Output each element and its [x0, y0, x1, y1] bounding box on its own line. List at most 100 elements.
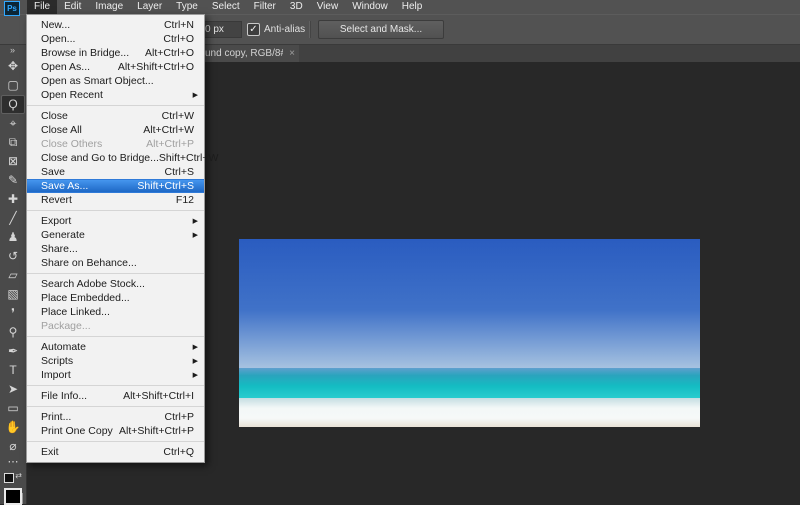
menu-item-new[interactable]: New...Ctrl+N — [27, 18, 204, 32]
path-selection-icon: ➤ — [8, 380, 18, 399]
tool-move[interactable]: ✥ — [1, 57, 25, 76]
menu-item-label: Import — [41, 369, 71, 381]
menu-item-export[interactable]: Export ▶ — [27, 214, 204, 228]
menu-item-close[interactable]: CloseCtrl+W — [27, 109, 204, 123]
menu-item-place-embedded[interactable]: Place Embedded... — [27, 291, 204, 305]
menu-item-file-info[interactable]: File Info... Alt+Shift+Ctrl+I — [27, 389, 204, 403]
menu-item-share[interactable]: Share... — [27, 242, 204, 256]
menu-item-place-linked[interactable]: Place Linked... — [27, 305, 204, 319]
tool-path-selection[interactable]: ➤ — [1, 380, 25, 399]
menu-item-package: Package... — [27, 319, 204, 333]
menu-item-close-and-go-to-bridge[interactable]: Close and Go to Bridge...Shift+Ctrl+W — [27, 151, 204, 165]
tool-history-brush[interactable]: ↺ — [1, 247, 25, 266]
menu-item-generate[interactable]: Generate ▶ — [27, 228, 204, 242]
tool-eyedropper[interactable]: ✎ — [1, 171, 25, 190]
menu-item-open-recent[interactable]: Open Recent▶ — [27, 88, 204, 102]
menu-item-label: New... — [41, 19, 70, 31]
menu-item-save-as[interactable]: Save As...Shift+Ctrl+S — [27, 179, 204, 193]
tool-type[interactable]: T — [1, 361, 25, 380]
beach-sky — [239, 239, 700, 368]
menu-layer[interactable]: Layer — [130, 0, 169, 14]
menu-item-label: Browse in Bridge... — [41, 47, 129, 59]
move-icon: ✥ — [8, 57, 18, 76]
menu-filter[interactable]: Filter — [247, 0, 283, 14]
anti-alias-checkbox[interactable]: ✓ — [247, 23, 260, 36]
menu-item-open-as-smart-object[interactable]: Open as Smart Object... — [27, 74, 204, 88]
menu-separator — [27, 385, 204, 386]
tool-pen[interactable]: ✒ — [1, 342, 25, 361]
zoom-icon: ⌀ — [9, 437, 16, 456]
color-swatches[interactable] — [4, 488, 23, 504]
menu-item-print[interactable]: Print...Ctrl+P — [27, 410, 204, 424]
menu-item-shortcut: Alt+Shift+Ctrl+O — [118, 61, 194, 73]
menu-item-shortcut: Alt+Shift+Ctrl+I — [123, 390, 194, 402]
eraser-icon: ▱ — [8, 266, 17, 285]
document-tab[interactable]: und copy, RGB/8#) * × — [202, 45, 299, 62]
tool-healing-brush[interactable]: ✚ — [1, 190, 25, 209]
tool-dodge[interactable]: ⚲ — [1, 323, 25, 342]
menu-type[interactable]: Type — [169, 0, 205, 14]
tool-rectangle[interactable]: ▭ — [1, 399, 25, 418]
dodge-icon: ⚲ — [9, 323, 18, 342]
submenu-arrow-icon: ▶ — [193, 217, 198, 225]
menu-item-automate[interactable]: Automate▶ — [27, 340, 204, 354]
options-divider — [309, 21, 311, 38]
menu-edit[interactable]: Edit — [57, 0, 88, 14]
menu-item-revert[interactable]: RevertF12 — [27, 193, 204, 207]
canvas-document-image[interactable] — [239, 239, 700, 504]
edit-toolbar-icon[interactable]: ⋯ — [8, 456, 19, 470]
tool-blur[interactable]: ❜ — [1, 304, 25, 323]
tool-hand[interactable]: ✋ — [1, 418, 25, 437]
menu-item-open-as[interactable]: Open As...Alt+Shift+Ctrl+O — [27, 60, 204, 74]
menu-item-label: Place Linked... — [41, 306, 110, 318]
tool-frame[interactable]: ⊠ — [1, 152, 25, 171]
menu-item-label: Place Embedded... — [41, 292, 130, 304]
menu-separator — [27, 210, 204, 211]
foreground-color-swatch[interactable] — [4, 488, 22, 505]
menu-file[interactable]: File — [27, 0, 57, 14]
tool-rectangular-marquee[interactable]: ▢ — [1, 76, 25, 95]
menu-item-open[interactable]: Open...Ctrl+O — [27, 32, 204, 46]
menu-item-close-others: Close OthersAlt+Ctrl+P — [27, 137, 204, 151]
menu-item-import[interactable]: Import▶ — [27, 368, 204, 382]
menu-item-label: Export — [41, 215, 71, 227]
menu-item-search-adobe-stock[interactable]: Search Adobe Stock... — [27, 277, 204, 291]
menu-3d[interactable]: 3D — [283, 0, 310, 14]
menu-item-print-one-copy[interactable]: Print One CopyAlt+Shift+Ctrl+P — [27, 424, 204, 438]
tool-clone-stamp[interactable]: ♟ — [1, 228, 25, 247]
clone-stamp-icon: ♟ — [8, 228, 19, 247]
menu-separator — [27, 441, 204, 442]
file-menu-popup: New...Ctrl+N Open...Ctrl+O Browse in Bri… — [26, 14, 205, 463]
menu-separator — [27, 273, 204, 274]
menu-image[interactable]: Image — [88, 0, 130, 14]
tool-eraser[interactable]: ▱ — [1, 266, 25, 285]
tool-brush[interactable]: ╱ — [1, 209, 25, 228]
select-and-mask-button[interactable]: Select and Mask... — [318, 20, 444, 39]
menu-item-close-all[interactable]: Close AllAlt+Ctrl+W — [27, 123, 204, 137]
menu-window[interactable]: Window — [345, 0, 395, 14]
tool-zoom[interactable]: ⌀ — [1, 437, 25, 456]
tool-lasso[interactable]: Ϙ — [1, 95, 25, 114]
tool-quick-selection[interactable]: ⌖ — [1, 114, 25, 133]
menu-item-browse-in-bridge[interactable]: Browse in Bridge...Alt+Ctrl+O — [27, 46, 204, 60]
menu-select[interactable]: Select — [205, 0, 247, 14]
menu-item-exit[interactable]: ExitCtrl+Q — [27, 445, 204, 459]
menu-item-label: Close and Go to Bridge... — [41, 152, 159, 164]
menu-view[interactable]: View — [310, 0, 346, 14]
menu-item-share-on-behance[interactable]: Share on Behance... — [27, 256, 204, 270]
swap-colors-control[interactable]: ⇄ — [4, 471, 22, 485]
menu-item-scripts[interactable]: Scripts▶ — [27, 354, 204, 368]
tool-crop[interactable]: ⧉ — [1, 133, 25, 152]
tab-close-icon[interactable]: × — [283, 45, 299, 62]
menu-item-label: Generate — [41, 229, 85, 241]
menu-item-label: Close Others — [41, 138, 102, 150]
tool-gradient[interactable]: ▧ — [1, 285, 25, 304]
collapse-panel-icon[interactable]: » — [10, 45, 16, 57]
menu-item-label: File Info... — [41, 390, 87, 402]
blur-icon: ❜ — [11, 304, 15, 323]
swap-colors-icon: ⇄ — [15, 471, 22, 480]
menu-help[interactable]: Help — [395, 0, 430, 14]
menu-item-save[interactable]: SaveCtrl+S — [27, 165, 204, 179]
eyedropper-icon: ✎ — [8, 171, 18, 190]
submenu-arrow-icon: ▶ — [193, 231, 198, 239]
